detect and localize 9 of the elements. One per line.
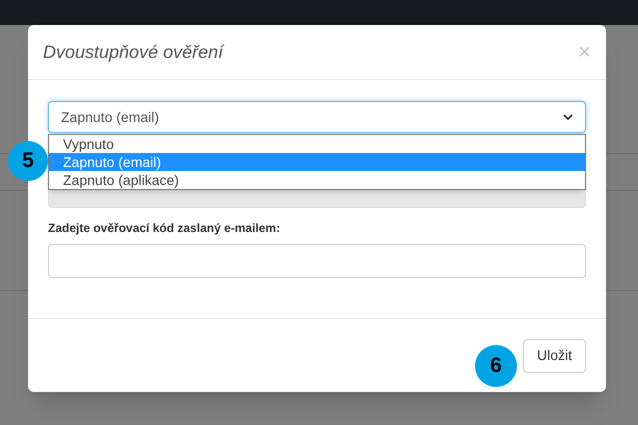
dropdown-option[interactable]: Zapnuto (aplikace) [49, 171, 585, 189]
save-button[interactable]: Uložit [522, 338, 586, 372]
chevron-down-icon [563, 114, 573, 120]
dialog-title: Dvoustupňové ověření [43, 40, 224, 64]
dropdown-option[interactable]: Vypnuto [49, 135, 585, 153]
mode-select[interactable]: Zapnuto (email) [48, 101, 586, 133]
step-marker: 5 [8, 141, 48, 181]
code-input[interactable] [48, 244, 586, 278]
code-label: Zadejte ověřovací kód zaslaný e-mailem: [48, 220, 282, 237]
